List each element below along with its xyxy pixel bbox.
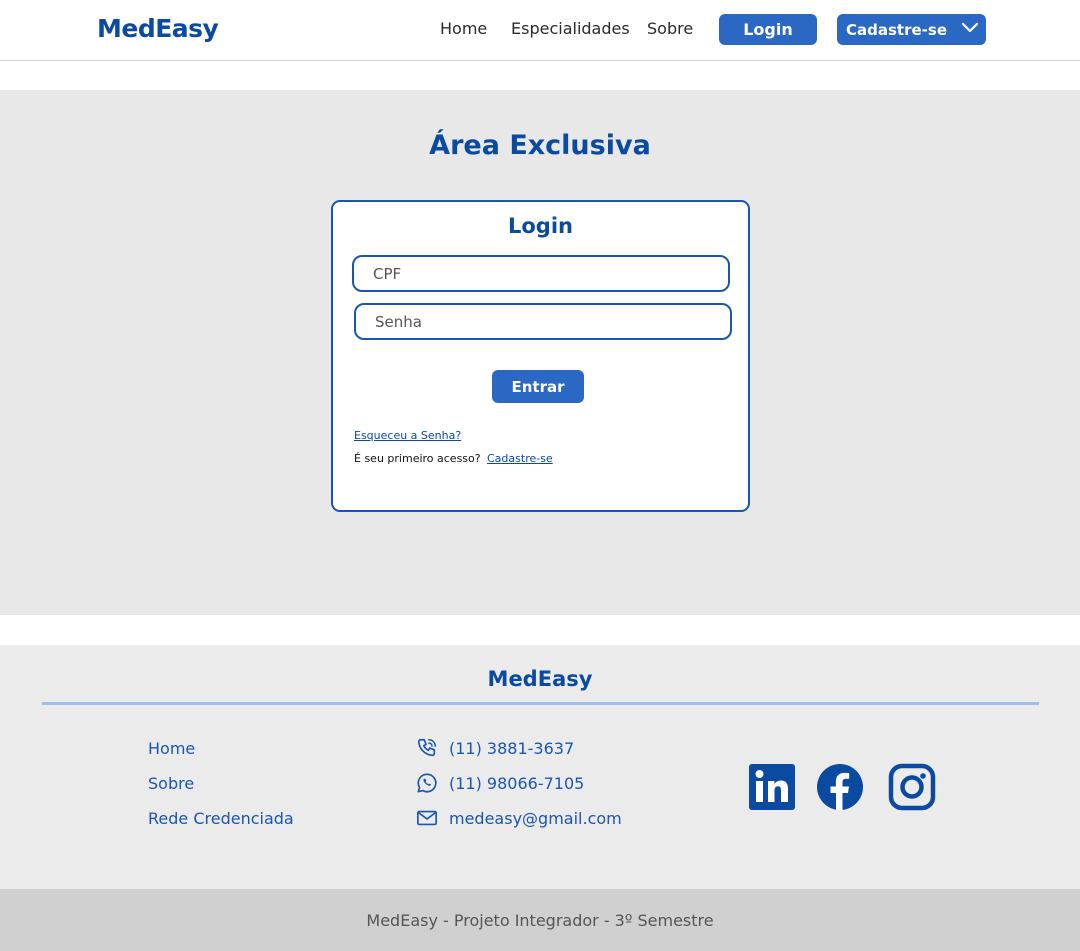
facebook-icon[interactable] xyxy=(816,763,864,811)
copyright-text: MedEasy - Projeto Integrador - 3º Semest… xyxy=(366,911,714,930)
instagram-icon[interactable] xyxy=(888,763,936,811)
mail-icon xyxy=(417,810,437,826)
footer-divider xyxy=(42,702,1039,705)
footer-home-link[interactable]: Home xyxy=(148,739,195,758)
nav-sobre-link[interactable]: Sobre xyxy=(647,19,693,38)
nav-home-link[interactable]: Home xyxy=(440,19,487,38)
whatsapp-icon xyxy=(417,773,437,793)
senha-input[interactable] xyxy=(354,303,732,340)
login-card-title: Login xyxy=(508,214,573,238)
linkedin-icon[interactable] xyxy=(748,763,796,811)
login-card: Login Entrar Esqueceu a Senha? É seu pri… xyxy=(331,200,750,512)
first-access-text: É seu primeiro acesso? xyxy=(354,452,481,465)
login-section: Área Exclusiva Login Entrar Esqueceu a S… xyxy=(0,90,1080,615)
contact-email-text[interactable]: medeasy@gmail.com xyxy=(449,809,622,828)
entrar-button[interactable]: Entrar xyxy=(492,370,584,403)
copyright-bar: MedEasy - Projeto Integrador - 3º Semest… xyxy=(0,889,1080,951)
contact-phone-text[interactable]: (11) 3881-3637 xyxy=(449,739,574,758)
header-login-button[interactable]: Login xyxy=(719,14,817,45)
footer-sobre-link[interactable]: Sobre xyxy=(148,774,194,793)
footer-rede-credenciada-link[interactable]: Rede Credenciada xyxy=(148,809,294,828)
nav-especialidades-link[interactable]: Especialidades xyxy=(511,19,630,38)
page-title: Área Exclusiva xyxy=(429,130,651,161)
forgot-password-link[interactable]: Esqueceu a Senha? xyxy=(354,429,461,442)
footer-logo: MedEasy xyxy=(487,667,593,691)
contact-whatsapp-text[interactable]: (11) 98066-7105 xyxy=(449,774,584,793)
site-logo[interactable]: MedEasy xyxy=(97,14,219,43)
footer: MedEasy Home Sobre Rede Credenciada (11)… xyxy=(0,645,1080,889)
phone-icon xyxy=(417,738,436,757)
chevron-down-icon xyxy=(961,22,979,33)
top-navbar: MedEasy Home Especialidades Sobre Login … xyxy=(0,0,1080,61)
header-cadastre-dropdown[interactable]: Cadastre-se xyxy=(837,14,986,45)
cpf-input[interactable] xyxy=(352,255,730,292)
register-link[interactable]: Cadastre-se xyxy=(487,452,553,465)
cadastre-dropdown-label: Cadastre-se xyxy=(846,20,947,39)
